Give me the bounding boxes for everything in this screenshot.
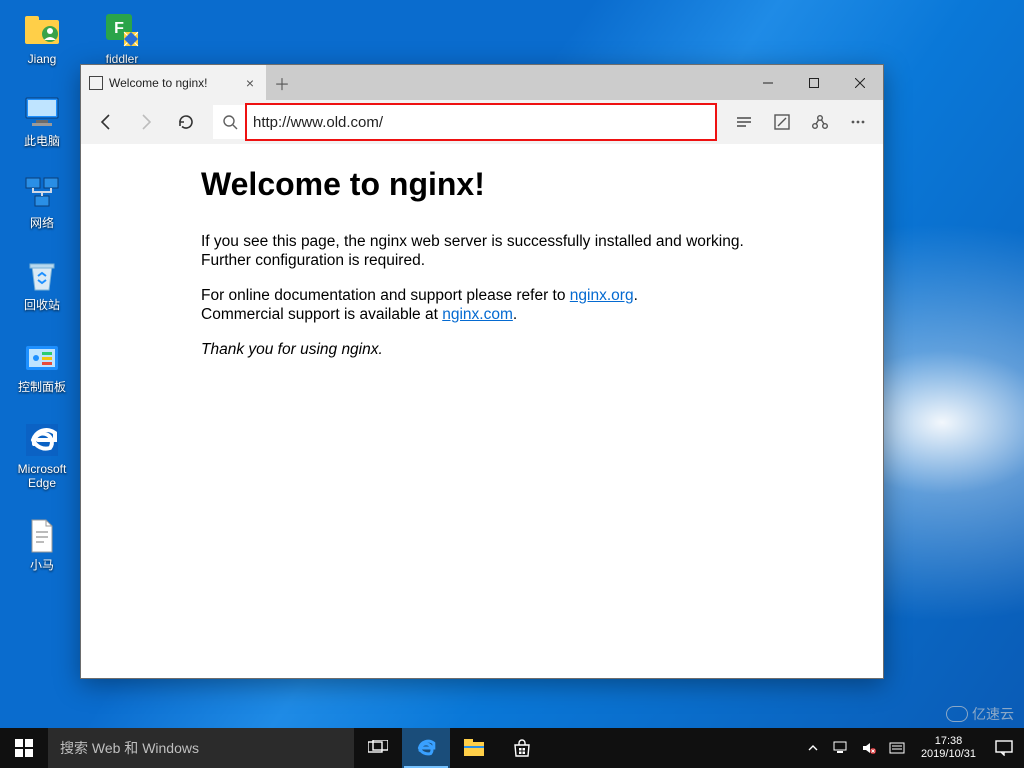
tray-overflow-button[interactable]: [799, 728, 827, 768]
reading-view-button[interactable]: [725, 103, 763, 141]
taskbar: 搜索 Web 和 Windows 17:38 2019/10/31: [0, 728, 1024, 768]
forward-button: [127, 103, 165, 141]
window-close-button[interactable]: [837, 65, 883, 100]
web-note-button[interactable]: [763, 103, 801, 141]
address-highlight: [245, 103, 717, 141]
file-explorer-icon: [463, 738, 485, 758]
store-icon: [512, 738, 532, 758]
desktop-icon-user[interactable]: Jiang: [10, 10, 74, 66]
desktop-icon-label: 网络: [30, 216, 54, 230]
page-paragraph-2: For online documentation and support ple…: [201, 287, 761, 325]
page-content: Welcome to nginx! If you see this page, …: [81, 144, 883, 678]
start-button[interactable]: [0, 728, 48, 768]
taskbar-app-explorer[interactable]: [450, 728, 498, 768]
titlebar-drag-area[interactable]: [298, 65, 745, 100]
watermark: 亿速云: [946, 704, 1014, 724]
link-nginx-com[interactable]: nginx.com: [442, 306, 513, 323]
browser-toolbar: [81, 100, 883, 144]
desktop-icons-col-2: F fiddler: [90, 10, 154, 66]
desktop-icon-label: 控制面板: [18, 380, 66, 394]
page-icon: [89, 76, 103, 90]
tray-input-icon[interactable]: [883, 728, 911, 768]
desktop-icon-label: 小马: [30, 558, 54, 572]
textfile-icon: [22, 516, 62, 556]
page-thanks: Thank you for using nginx.: [201, 341, 761, 360]
toolbar-right: [725, 103, 877, 141]
taskbar-app-edge[interactable]: [402, 728, 450, 768]
text: For online documentation and support ple…: [201, 287, 570, 304]
watermark-text: 亿速云: [972, 704, 1014, 724]
window-minimize-button[interactable]: [745, 65, 791, 100]
page-paragraph-1: If you see this page, the nginx web serv…: [201, 233, 761, 271]
edge-browser-window: Welcome to nginx! × ＋ Welcome to nginx! …: [80, 64, 884, 679]
browser-tab[interactable]: Welcome to nginx! ×: [81, 65, 266, 100]
desktop-icon-network[interactable]: 网络: [10, 174, 74, 230]
desktop-icon-thispc[interactable]: 此电脑: [10, 92, 74, 148]
edge-icon: [22, 420, 62, 460]
svg-text:F: F: [114, 20, 124, 37]
desktop-icon-fiddler[interactable]: F fiddler: [90, 10, 154, 66]
tray-volume-icon[interactable]: [855, 728, 883, 768]
back-button[interactable]: [87, 103, 125, 141]
user-folder-icon: [22, 10, 62, 50]
page-heading: Welcome to nginx!: [201, 166, 851, 203]
clock-date: 2019/10/31: [921, 748, 976, 761]
system-tray: [797, 728, 913, 768]
clock-time: 17:38: [935, 735, 963, 748]
desktop-icon-edge[interactable]: Microsoft Edge: [10, 420, 74, 490]
url-input[interactable]: [247, 105, 715, 139]
search-placeholder: 搜索 Web 和 Windows: [60, 738, 199, 758]
desktop-icon-controlpanel[interactable]: 控制面板: [10, 338, 74, 394]
taskbar-spacer: [546, 728, 797, 768]
link-nginx-org[interactable]: nginx.org: [570, 287, 634, 304]
thispc-icon: [22, 92, 62, 132]
controlpanel-icon: [22, 338, 62, 378]
taskbar-search[interactable]: 搜索 Web 和 Windows: [48, 728, 354, 768]
task-view-icon: [368, 740, 388, 756]
desktop-icon-label: Microsoft Edge: [18, 462, 67, 490]
desktop-icons-col-1: Jiang 此电脑 网络 回收站 控制面板 Microsoft Edge 小: [10, 10, 74, 572]
more-button[interactable]: [839, 103, 877, 141]
desktop-icon-label: 回收站: [24, 298, 60, 312]
action-center-button[interactable]: [984, 728, 1024, 768]
fiddler-icon: F: [102, 10, 142, 50]
windows-logo-icon: [15, 739, 33, 757]
desktop-icon-textfile[interactable]: 小马: [10, 516, 74, 572]
address-bar[interactable]: [213, 105, 717, 139]
desktop-icon-label: 此电脑: [24, 134, 60, 148]
taskbar-app-store[interactable]: [498, 728, 546, 768]
taskbar-clock[interactable]: 17:38 2019/10/31: [913, 728, 984, 768]
window-maximize-button[interactable]: [791, 65, 837, 100]
recycle-bin-icon: [22, 256, 62, 296]
cloud-icon: [946, 706, 968, 722]
notification-icon: [995, 740, 1013, 756]
desktop-icon-label: Jiang: [28, 52, 57, 66]
titlebar[interactable]: Welcome to nginx! × ＋: [81, 65, 883, 100]
refresh-button[interactable]: [167, 103, 205, 141]
edge-icon: [414, 736, 438, 760]
network-icon: [22, 174, 62, 214]
search-icon: [213, 114, 247, 130]
share-button[interactable]: [801, 103, 839, 141]
tab-title: Welcome to nginx!: [109, 76, 208, 90]
tray-network-icon[interactable]: [827, 728, 855, 768]
new-tab-button[interactable]: ＋: [266, 65, 298, 100]
task-view-button[interactable]: [354, 728, 402, 768]
tab-close-button[interactable]: ×: [242, 75, 258, 91]
desktop-icon-recycle[interactable]: 回收站: [10, 256, 74, 312]
